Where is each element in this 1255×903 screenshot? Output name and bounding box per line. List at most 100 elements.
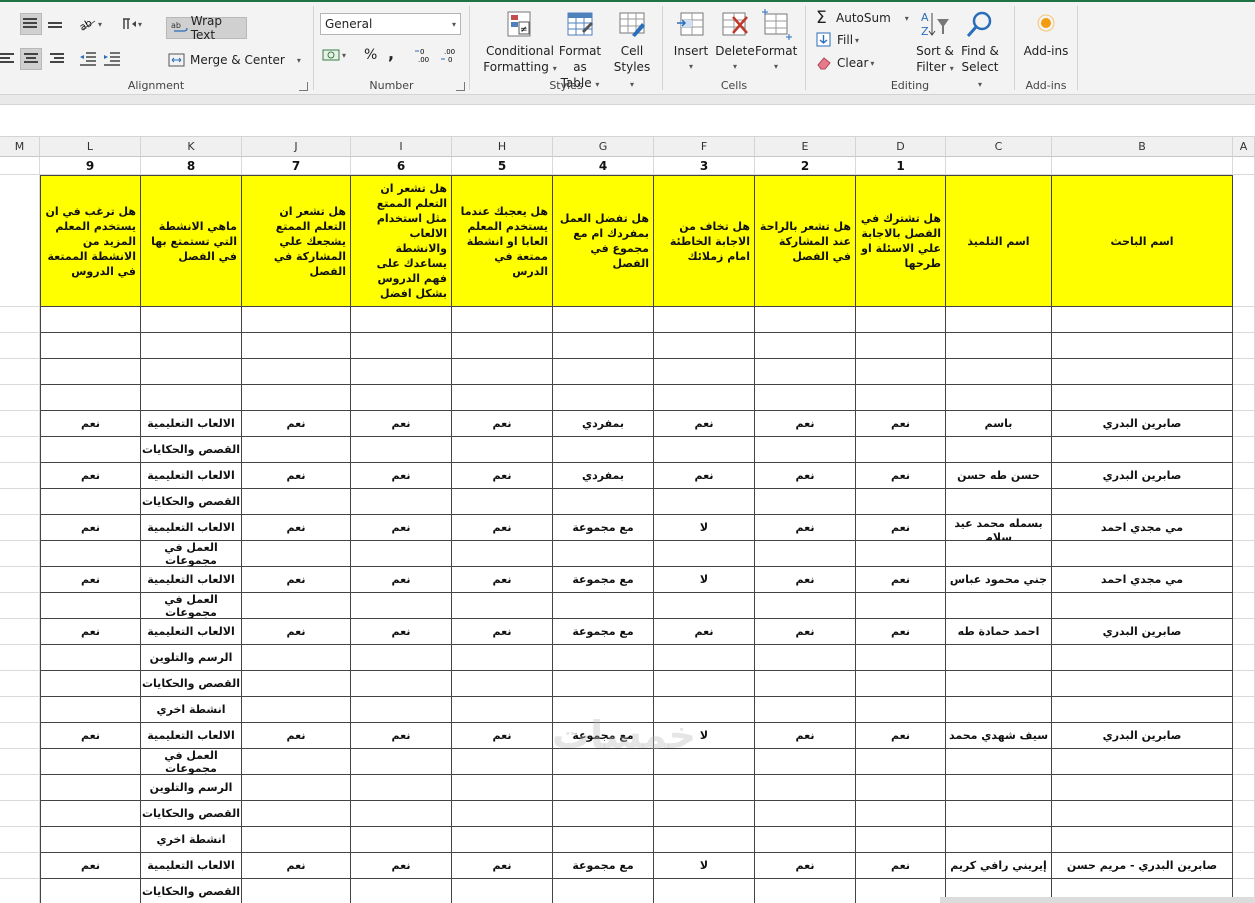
table-cell[interactable]: نعم xyxy=(755,515,856,541)
table-cell[interactable] xyxy=(351,827,452,853)
table-cell[interactable]: جني محمود عباس xyxy=(946,567,1052,593)
table-cell[interactable]: الالعاب التعليمية xyxy=(141,515,242,541)
table-cell[interactable] xyxy=(1052,749,1233,775)
column-a-cell[interactable] xyxy=(1233,385,1255,411)
insert-button[interactable]: Insert ▾ xyxy=(669,9,713,75)
align-top-button[interactable] xyxy=(20,13,42,35)
table-cell[interactable] xyxy=(755,827,856,853)
column-a-cell[interactable] xyxy=(1233,307,1255,333)
table-cell[interactable] xyxy=(1052,307,1233,333)
table-cell[interactable] xyxy=(351,879,452,903)
table-cell[interactable] xyxy=(755,359,856,385)
table-cell[interactable]: نعم xyxy=(452,619,553,645)
table-cell[interactable]: بسمله محمد عيد سلام xyxy=(946,515,1052,541)
fill-button[interactable]: Fill ▾ xyxy=(816,30,876,50)
table-cell[interactable] xyxy=(755,307,856,333)
column-header-c[interactable]: C xyxy=(946,137,1052,157)
table-cell[interactable] xyxy=(1052,359,1233,385)
table-cell[interactable] xyxy=(946,749,1052,775)
table-header-cell[interactable]: هل تخاف من الاجابة الخاطئة امام زملائك xyxy=(654,175,755,307)
question-number-cell[interactable]: 7 xyxy=(242,157,351,175)
table-cell[interactable] xyxy=(351,489,452,515)
merge-center-button[interactable]: Merge & Center ▾ xyxy=(168,49,303,71)
table-cell[interactable] xyxy=(242,801,351,827)
table-cell[interactable] xyxy=(452,801,553,827)
table-cell[interactable]: العمل في مجموعات xyxy=(141,749,242,775)
table-cell[interactable]: نعم xyxy=(452,515,553,541)
alignment-launcher-icon[interactable] xyxy=(299,82,308,91)
table-cell[interactable]: لا xyxy=(654,515,755,541)
table-cell[interactable] xyxy=(654,437,755,463)
table-cell[interactable] xyxy=(946,307,1052,333)
question-number-cell[interactable]: 8 xyxy=(141,157,242,175)
table-cell[interactable] xyxy=(351,775,452,801)
table-cell[interactable]: انشطة اخري xyxy=(141,697,242,723)
column-a-cell[interactable] xyxy=(1233,827,1255,853)
table-cell[interactable]: لا xyxy=(654,567,755,593)
table-cell[interactable] xyxy=(654,541,755,567)
table-cell[interactable] xyxy=(553,749,654,775)
gutter-cell[interactable] xyxy=(0,879,40,903)
table-cell[interactable] xyxy=(553,775,654,801)
table-cell[interactable] xyxy=(1052,437,1233,463)
gutter-cell[interactable] xyxy=(0,567,40,593)
number-format-select[interactable]: General ▾ xyxy=(320,13,461,35)
column-a-cell[interactable] xyxy=(1233,801,1255,827)
table-cell[interactable]: نعم xyxy=(755,463,856,489)
table-cell[interactable]: احمد حمادة طه xyxy=(946,619,1052,645)
table-cell[interactable] xyxy=(40,645,141,671)
align-left-button[interactable] xyxy=(0,48,16,70)
table-cell[interactable] xyxy=(141,307,242,333)
table-cell[interactable]: نعم xyxy=(351,515,452,541)
table-cell[interactable] xyxy=(946,385,1052,411)
table-cell[interactable]: الالعاب التعليمية xyxy=(141,723,242,749)
column-a-cell[interactable] xyxy=(1233,333,1255,359)
gutter-cell[interactable] xyxy=(0,385,40,411)
table-cell[interactable]: نعم xyxy=(856,853,946,879)
table-cell[interactable]: صابرين البدري xyxy=(1052,619,1233,645)
table-cell[interactable] xyxy=(1052,671,1233,697)
table-cell[interactable] xyxy=(351,671,452,697)
question-number-cell[interactable] xyxy=(1052,157,1233,175)
table-cell[interactable] xyxy=(452,385,553,411)
gutter-cell[interactable] xyxy=(0,619,40,645)
format-button[interactable]: Format ▾ xyxy=(755,9,797,75)
column-header-a[interactable]: A xyxy=(1233,137,1255,157)
question-number-cell[interactable]: 4 xyxy=(553,157,654,175)
table-cell[interactable] xyxy=(946,671,1052,697)
table-cell[interactable] xyxy=(654,671,755,697)
table-cell[interactable]: نعم xyxy=(242,619,351,645)
table-cell[interactable] xyxy=(351,333,452,359)
gutter-cell[interactable] xyxy=(0,749,40,775)
table-cell[interactable] xyxy=(553,671,654,697)
gutter-cell[interactable] xyxy=(0,463,40,489)
table-cell[interactable]: القصص والحكايات xyxy=(141,489,242,515)
table-cell[interactable] xyxy=(856,801,946,827)
delete-button[interactable]: Delete ▾ xyxy=(713,9,757,75)
clear-button[interactable]: Clear ▾ xyxy=(816,53,886,73)
table-header-cell[interactable]: هل تشعر ان التعلم الممتع يشجعك علي المشا… xyxy=(242,175,351,307)
table-cell[interactable] xyxy=(654,385,755,411)
text-direction-button[interactable]: ▾ xyxy=(120,14,156,34)
align-right-button[interactable] xyxy=(45,48,67,70)
table-cell[interactable]: باسم xyxy=(946,411,1052,437)
table-cell[interactable]: صابرين البدري - مريم حسن xyxy=(1052,853,1233,879)
gutter-cell[interactable] xyxy=(0,801,40,827)
table-cell[interactable] xyxy=(242,385,351,411)
column-header-d[interactable]: D xyxy=(856,137,946,157)
table-cell[interactable] xyxy=(40,359,141,385)
table-cell[interactable] xyxy=(40,697,141,723)
table-cell[interactable] xyxy=(141,385,242,411)
question-number-cell[interactable]: 1 xyxy=(856,157,946,175)
column-a-cell[interactable] xyxy=(1233,175,1255,307)
table-cell[interactable]: نعم xyxy=(452,853,553,879)
gutter-cell[interactable] xyxy=(0,645,40,671)
table-cell[interactable] xyxy=(755,645,856,671)
table-cell[interactable] xyxy=(856,879,946,903)
gutter-cell[interactable] xyxy=(0,541,40,567)
table-cell[interactable] xyxy=(452,645,553,671)
table-cell[interactable]: القصص والحكايات xyxy=(141,879,242,903)
table-header-cell[interactable]: هل تشعر بالراحة عند المشاركة في الفصل xyxy=(755,175,856,307)
table-cell[interactable]: نعم xyxy=(856,411,946,437)
table-cell[interactable] xyxy=(452,333,553,359)
